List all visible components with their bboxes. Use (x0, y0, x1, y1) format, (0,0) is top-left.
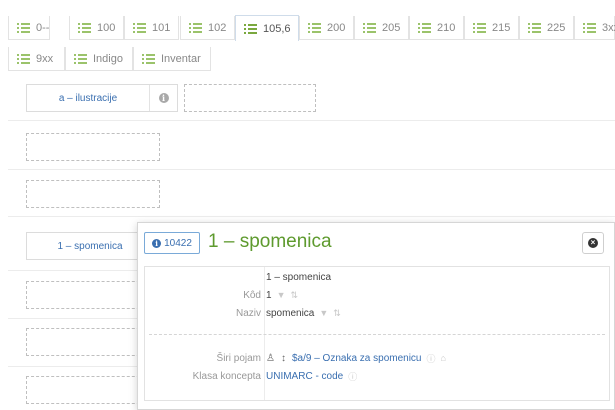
close-button[interactable]: × (582, 232, 604, 254)
tab-0[interactable]: 0-- (8, 16, 50, 40)
detail-row: 1 – spomenica (145, 268, 609, 286)
concept-details: 1 – spomenica Kôd 1 ▼ ⇅ Naziv spomenica … (144, 266, 610, 401)
tree-icon[interactable]: ⌂ (441, 353, 446, 363)
detail-row-siri-pojam: Širi pojam ♙ ↕ $a/9 – Oznaka za spomenic… (145, 349, 609, 367)
list-icon (244, 23, 258, 34)
concept-id-badge[interactable]: i 10422 (144, 232, 200, 254)
tab-101[interactable]: 101 (124, 16, 179, 40)
kod-label: Kôd (243, 289, 261, 301)
list-icon (74, 53, 88, 64)
tab-102[interactable]: 102 (180, 16, 235, 40)
tab-215[interactable]: 215 (464, 16, 519, 40)
list-icon (528, 22, 542, 33)
list-icon (363, 22, 377, 33)
tab-9xx[interactable]: 9xx (8, 47, 65, 71)
sort-icon[interactable]: ⇅ (290, 290, 298, 301)
naziv-label: Naziv (235, 307, 261, 319)
popup-title: 1 – spomenica (208, 231, 332, 252)
info-icon[interactable]: ⓘ (427, 352, 436, 365)
commemorative-field[interactable]: 1 – spomenica (26, 232, 154, 260)
list-icon (142, 53, 156, 64)
info-button[interactable]: i (149, 85, 177, 111)
naziv-value: spomenica (266, 307, 315, 319)
commemorative-value: 1 – spomenica (57, 240, 123, 252)
arrows-icon[interactable]: ↕ (281, 353, 286, 364)
tab-105-6[interactable]: 105,6 (235, 15, 299, 41)
tab-inventar[interactable]: Inventar (133, 47, 211, 71)
klasa-koncepta-label: Klasa koncepta (192, 370, 261, 382)
empty-slot[interactable] (26, 180, 160, 208)
illustration-value: a – ilustracije (58, 92, 118, 104)
info-icon[interactable]: ⓘ (348, 370, 357, 383)
info-icon: i (158, 93, 169, 103)
popup-header: i 10422 1 – spomenica × (138, 223, 614, 263)
list-icon (133, 22, 147, 33)
broader-term-link[interactable]: $a/9 – Oznaka za spomenicu (292, 353, 422, 364)
person-icon[interactable]: ♙ (266, 353, 275, 364)
illustration-field[interactable]: a – ilustracije i (26, 84, 178, 112)
empty-slot[interactable] (26, 133, 160, 161)
detail-row-naziv: Naziv spomenica ▼ ⇅ (145, 304, 609, 322)
concept-class-link[interactable]: UNIMARC - code (266, 371, 343, 382)
tab-strip: 0-- 100 101 102 105,6 200 205 210 215 22… (8, 15, 615, 71)
tab-205[interactable]: 205 (354, 16, 409, 40)
divider (8, 216, 615, 217)
tab-200[interactable]: 200 (299, 16, 354, 40)
siri-pojam-label: Širi pojam (216, 352, 261, 364)
tab-3xx[interactable]: 3xx (574, 16, 615, 40)
divider (8, 120, 615, 121)
close-icon: × (588, 238, 598, 248)
list-icon (583, 22, 597, 33)
dashed-divider (149, 334, 605, 335)
sort-icon[interactable]: ⇅ (333, 308, 341, 319)
empty-slot[interactable] (184, 84, 316, 112)
divider (8, 169, 615, 170)
list-icon (78, 22, 92, 33)
list-icon (17, 53, 31, 64)
list-icon (473, 22, 487, 33)
tab-100[interactable]: 100 (69, 16, 124, 40)
list-icon (189, 22, 203, 33)
list-icon (418, 22, 432, 33)
tab-225[interactable]: 225 (519, 16, 574, 40)
detail-row-klasa: Klasa koncepta UNIMARC - code ⓘ (145, 367, 609, 385)
filter-icon[interactable]: ▼ (277, 290, 286, 300)
concept-popup: i 10422 1 – spomenica × 1 – spomenica Kô… (137, 222, 615, 410)
concept-name-value: 1 – spomenica (266, 271, 332, 283)
list-icon (17, 22, 31, 33)
tab-210[interactable]: 210 (409, 16, 464, 40)
info-icon: i (152, 238, 162, 248)
tab-indigo[interactable]: Indigo (65, 47, 133, 71)
kod-value: 1 (266, 289, 272, 301)
detail-row-kod: Kôd 1 ▼ ⇅ (145, 286, 609, 304)
filter-icon[interactable]: ▼ (319, 308, 328, 318)
list-icon (308, 22, 322, 33)
